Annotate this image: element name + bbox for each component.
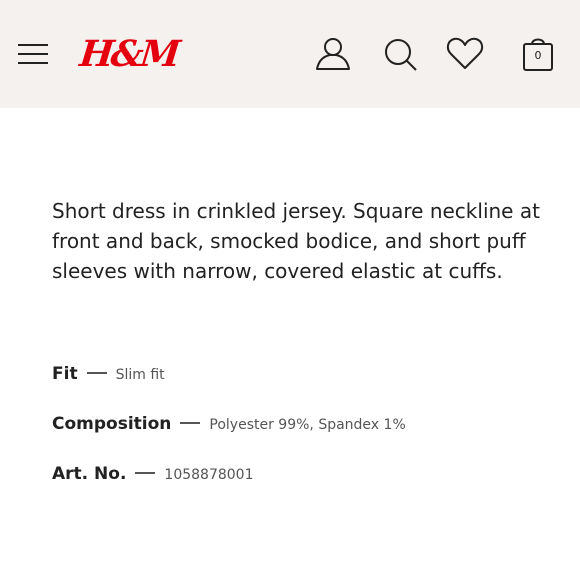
spec-dash (135, 472, 156, 474)
search-icon[interactable] (380, 34, 420, 74)
spec-value: 1058878001 (164, 467, 254, 483)
brand-logo[interactable]: H&M (78, 32, 180, 76)
cart-count-badge: 0 (534, 49, 542, 62)
product-description: Short dress in crinkled jersey. Square n… (52, 199, 540, 283)
spec-value: Polyester 99%, Spandex 1% (209, 417, 406, 433)
spec-dash (86, 372, 107, 374)
spec-row-fit: Fit Slim fit (52, 364, 165, 392)
spec-value: Slim fit (115, 367, 165, 383)
top-header: H&M 0 (0, 0, 580, 108)
spec-label: Art. No. (52, 464, 127, 484)
spec-label: Composition (52, 414, 172, 434)
shopping-bag-icon[interactable]: 0 (521, 34, 555, 74)
spec-row-composition: Composition Polyester 99%, Spandex 1% (52, 414, 406, 442)
spec-row-art-no: Art. No. 1058878001 (52, 464, 254, 492)
spec-dash (180, 422, 201, 424)
menu-icon[interactable] (18, 42, 48, 66)
heart-icon[interactable] (445, 34, 485, 74)
spec-label: Fit (52, 364, 78, 384)
account-icon[interactable] (313, 34, 353, 74)
